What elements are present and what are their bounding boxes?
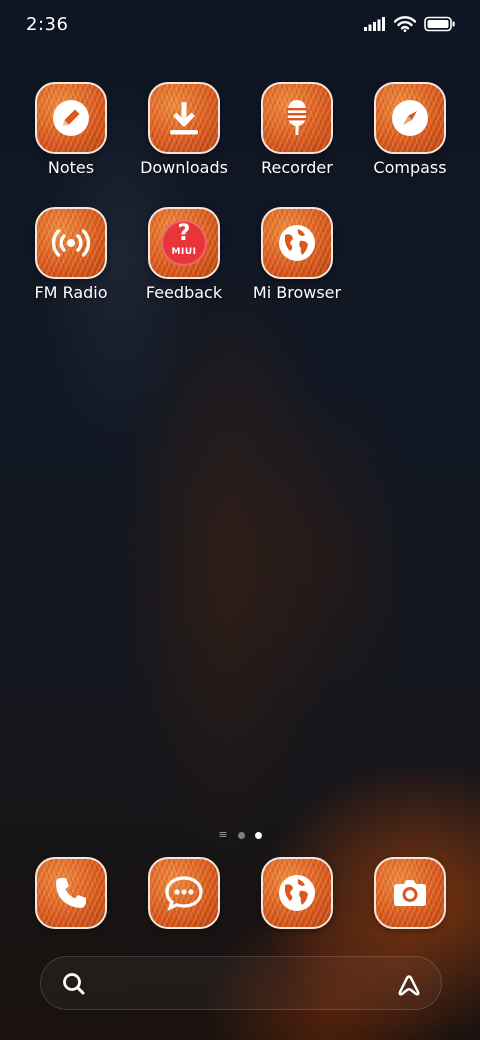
message-icon [165,876,203,911]
dock-browser[interactable] [242,857,352,929]
app-tile[interactable]: ? MIUI [148,207,220,279]
compass-icon [392,100,428,136]
app-tile[interactable] [148,82,220,154]
feedback-icon: ? MIUI [161,220,207,266]
download-icon [170,102,198,135]
app-tile[interactable] [35,207,107,279]
app-tile[interactable] [261,82,333,154]
page-indicator[interactable]: ≡ [0,829,480,841]
app-fm-radio[interactable]: FM Radio [16,207,126,302]
app-recorder[interactable]: Recorder [242,82,352,177]
app-label: FM Radio [34,283,108,302]
microphone-icon [287,100,307,135]
app-tile[interactable] [35,857,107,929]
status-icons [364,16,456,32]
app-notes[interactable]: Notes [16,82,126,177]
app-label: Recorder [261,158,333,177]
feedback-symbol: ? [177,221,191,246]
feedback-badge-text: MIUI [171,247,197,257]
page-menu-icon: ≡ [218,828,228,841]
page-dot[interactable] [237,831,245,839]
app-label: Notes [47,158,95,177]
status-time: 2:36 [26,14,69,35]
app-label: Feedback [145,283,223,302]
dock-messages[interactable] [129,857,239,929]
search-icon[interactable] [61,971,87,997]
globe-icon [279,225,315,261]
dock-phone[interactable] [16,857,126,929]
app-tile[interactable] [374,857,446,929]
app-tile[interactable] [374,82,446,154]
search-bar[interactable] [40,956,442,1010]
app-tile[interactable] [35,82,107,154]
wifi-icon [394,16,416,32]
phone-icon [56,878,86,908]
app-mi-browser[interactable]: Mi Browser [242,207,352,302]
radio-icon [51,229,91,257]
camera-icon [394,880,426,906]
app-downloads[interactable]: Downloads [129,82,239,177]
app-label: Downloads [140,158,228,177]
pencil-icon [53,100,89,136]
app-tile[interactable] [261,207,333,279]
globe-icon [279,875,315,911]
assistant-icon[interactable] [395,970,423,998]
app-compass[interactable]: Compass [355,82,465,177]
app-feedback[interactable]: ? MIUI Feedback [129,207,239,302]
app-tile[interactable] [261,857,333,929]
dock-camera[interactable] [355,857,465,929]
battery-icon [424,16,455,32]
app-label: Compass [373,158,447,177]
app-label: Mi Browser [252,283,342,302]
status-bar: 2:36 [0,0,480,52]
app-tile[interactable] [148,857,220,929]
signal-icon [364,17,385,31]
page-dot-active[interactable] [254,831,262,839]
